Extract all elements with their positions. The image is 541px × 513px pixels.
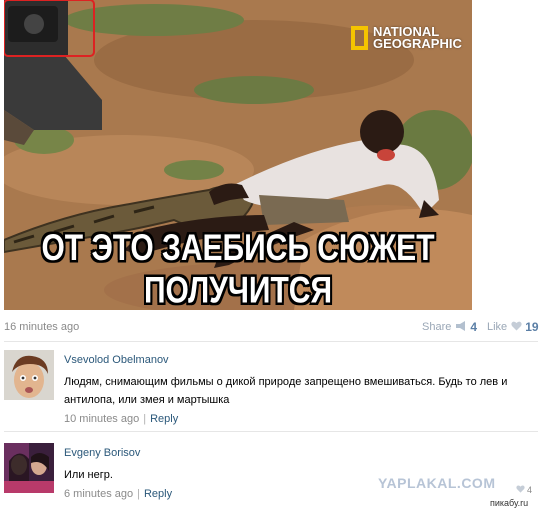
avatar[interactable] xyxy=(4,350,54,400)
logo-line-2: GEOGRAPHIC xyxy=(373,36,462,51)
separator: | xyxy=(143,413,147,425)
pikabu-watermark: пикабу.ru xyxy=(490,498,529,508)
heart-icon xyxy=(511,321,522,334)
heart-icon xyxy=(516,485,525,495)
comment-like-button[interactable]: 4 xyxy=(516,485,532,495)
share-count: 4 xyxy=(470,320,478,334)
yellow-frame-icon xyxy=(351,26,368,50)
meme-caption: ОТ ЭТО ЗАЕБИСЬ СЮЖЕТ ПОЛУЧИТСЯ xyxy=(41,227,435,311)
national-geographic-logo: NATIONAL GEOGRAPHIC xyxy=(351,25,462,51)
comment-text: Людям, снимающим фильмы о дикой природе … xyxy=(64,376,508,406)
reply-button[interactable]: Reply xyxy=(144,488,172,500)
share-label: Share xyxy=(422,321,452,333)
comment-timestamp: 6 minutes ago xyxy=(64,488,134,500)
reply-button[interactable]: Reply xyxy=(150,413,178,425)
post-photo[interactable]: NATIONAL GEOGRAPHIC ОТ ЭТО ЗАЕБИСЬ СЮЖЕТ… xyxy=(4,0,472,310)
comment-timestamp: 10 minutes ago xyxy=(64,413,140,425)
post-meta-bar: 16 minutes ago Share 4 Like 19 xyxy=(4,318,539,336)
like-count: 19 xyxy=(525,320,539,334)
comment-author[interactable]: Vsevolod Obelmanov xyxy=(64,354,524,366)
post-timestamp: 16 minutes ago xyxy=(4,321,80,333)
megaphone-icon xyxy=(455,320,467,334)
avatar[interactable] xyxy=(4,443,54,493)
divider xyxy=(4,431,538,432)
like-button[interactable]: Like 19 xyxy=(487,320,539,334)
comment-author[interactable]: Evgeny Borisov xyxy=(64,447,524,459)
share-button[interactable]: Share 4 xyxy=(422,320,477,334)
like-label: Like xyxy=(487,321,508,333)
comment-like-count: 4 xyxy=(527,485,533,495)
divider xyxy=(4,341,538,342)
yaplakal-watermark: YAPLAKAL.COM xyxy=(378,475,496,491)
separator: | xyxy=(137,488,140,500)
